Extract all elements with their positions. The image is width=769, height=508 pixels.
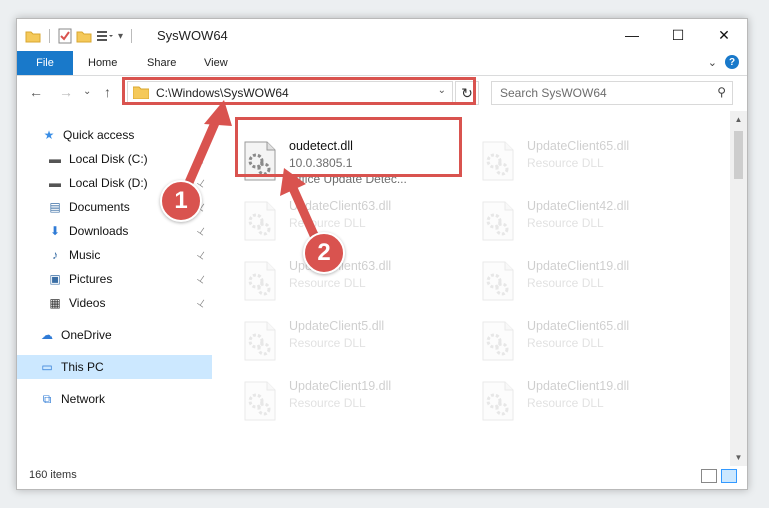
annotation-arrows — [179, 100, 323, 249]
step-1-badge: 1 — [160, 180, 202, 222]
arrow-2 — [280, 168, 323, 249]
step-2-badge: 2 — [303, 232, 345, 274]
arrow-1 — [179, 100, 232, 199]
